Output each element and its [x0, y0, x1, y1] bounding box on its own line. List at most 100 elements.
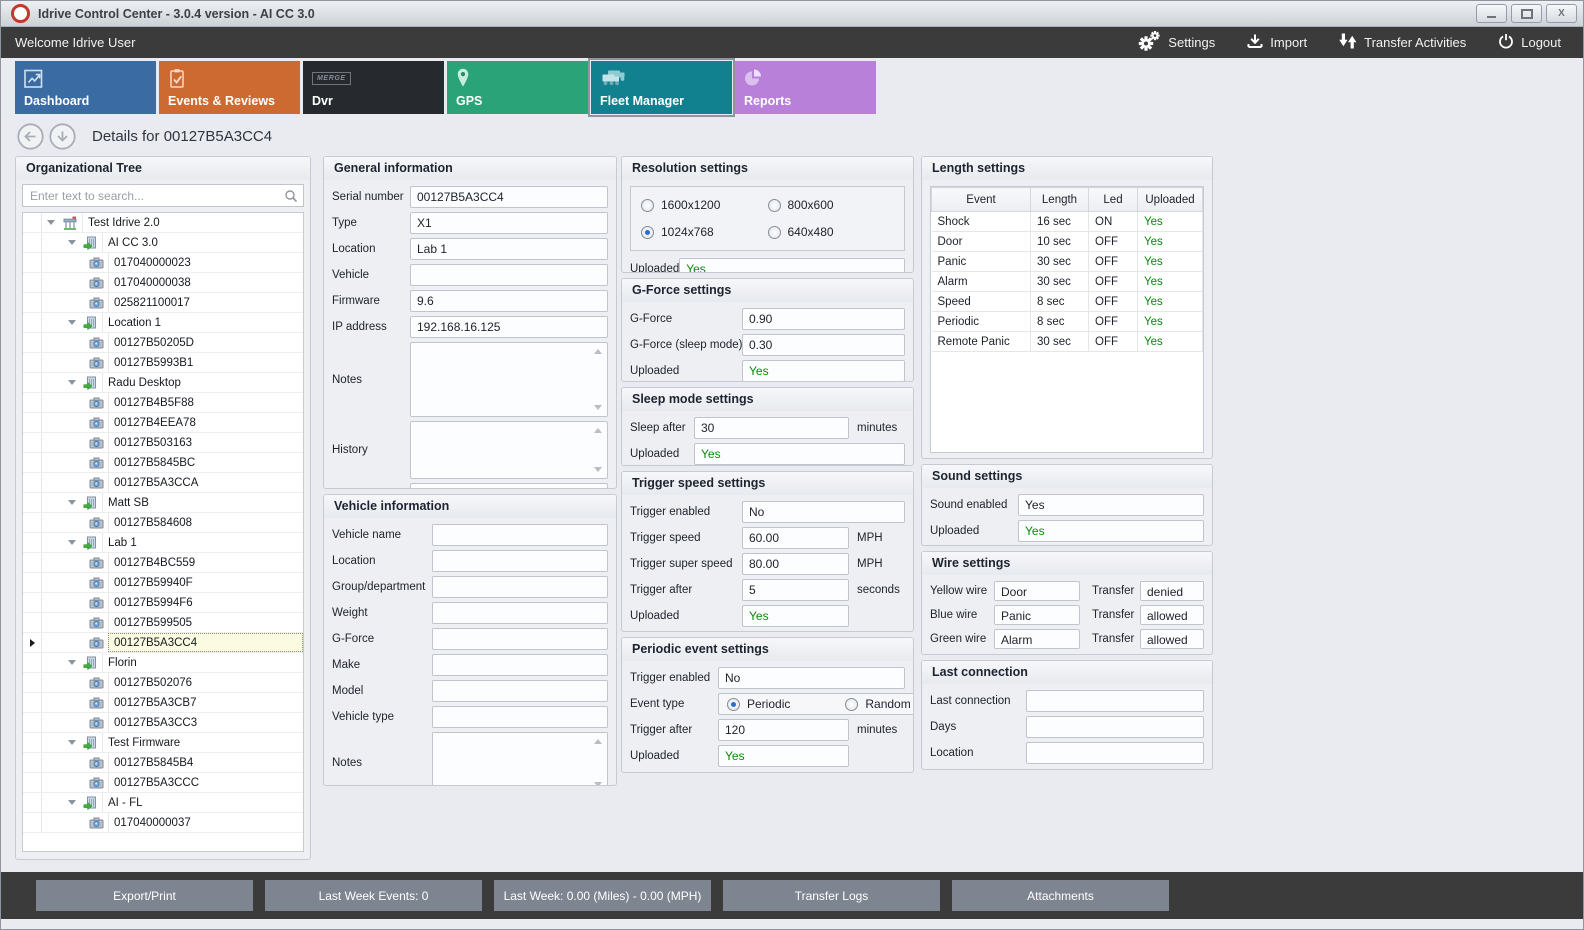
g-force-input[interactable] — [432, 628, 608, 650]
tab-events-reviews[interactable]: Events & Reviews — [159, 61, 300, 114]
tree-row[interactable]: Lab 1 — [23, 533, 303, 553]
blue-wire-input[interactable]: Panic — [994, 605, 1080, 625]
close-button[interactable]: X — [1546, 4, 1577, 23]
tree-row[interactable]: 017040000023 — [23, 253, 303, 273]
tree-row[interactable]: 00127B4EEA78 — [23, 413, 303, 433]
type-input[interactable]: X1 — [410, 212, 608, 234]
yellow-wire-input[interactable]: Door — [994, 581, 1080, 601]
trigger-speed-input[interactable]: 60.00 — [742, 527, 849, 549]
tab-reports[interactable]: Reports — [735, 61, 876, 114]
table-row[interactable]: Remote Panic30 secOFFYes — [932, 332, 1203, 352]
tree-row[interactable]: Location 1 — [23, 313, 303, 333]
vehicle-input[interactable] — [410, 264, 608, 286]
tree-row[interactable]: 00127B503163 — [23, 433, 303, 453]
back-button[interactable] — [17, 123, 44, 150]
radio-option-640x480[interactable]: 640x480 — [768, 225, 895, 239]
table-row[interactable]: Speed8 secOFFYes — [932, 292, 1203, 312]
history-date-input[interactable] — [410, 483, 608, 489]
vehicle-name-input[interactable] — [432, 524, 608, 546]
green-wire-input[interactable]: Alarm — [994, 629, 1080, 649]
tree-row[interactable]: Radu Desktop — [23, 373, 303, 393]
tree-row[interactable]: 00127B5A3CCC — [23, 773, 303, 793]
last-week-events-button[interactable]: Last Week Events: 0 — [265, 880, 482, 911]
radio-option-800x600[interactable]: 800x600 — [768, 198, 895, 212]
sound-enabled-input[interactable]: Yes — [1018, 494, 1204, 516]
expander-icon[interactable] — [68, 800, 76, 805]
group-department-input[interactable] — [432, 576, 608, 598]
tree-row[interactable]: 00127B5993B1 — [23, 353, 303, 373]
tree-search-input[interactable] — [22, 184, 304, 207]
last-week-button[interactable]: Last Week: 0.00 (Miles) - 0.00 (MPH) — [494, 880, 711, 911]
table-row[interactable]: Panic30 secOFFYes — [932, 252, 1203, 272]
tree-row[interactable]: 00127B50205D — [23, 333, 303, 353]
transfer-logs-button[interactable]: Transfer Logs — [723, 880, 940, 911]
radio-option-1600x1200[interactable]: 1600x1200 — [641, 198, 768, 212]
logout-button[interactable]: Logout — [1498, 31, 1561, 54]
column-header-uploaded[interactable]: Uploaded — [1138, 188, 1203, 212]
column-header-length[interactable]: Length — [1031, 188, 1089, 212]
tree-row[interactable]: Matt SB — [23, 493, 303, 513]
trigger-super-speed-input[interactable]: 80.00 — [742, 553, 849, 575]
radio-option-1024x768[interactable]: 1024x768 — [641, 225, 768, 239]
expander-icon[interactable] — [68, 740, 76, 745]
table-row[interactable]: Alarm30 secOFFYes — [932, 272, 1203, 292]
tree-row[interactable]: 025821100017 — [23, 293, 303, 313]
tree-row[interactable]: 00127B5A3CC4 — [23, 633, 303, 653]
notes-input[interactable] — [432, 732, 608, 786]
yellow-wire-transfer-input[interactable]: denied — [1140, 581, 1204, 601]
tree-row[interactable]: 017040000037 — [23, 813, 303, 833]
vehicle-type-input[interactable] — [432, 706, 608, 728]
blue-wire-transfer-input[interactable]: allowed — [1140, 605, 1204, 625]
transfer-activities-button[interactable]: Transfer Activities — [1339, 31, 1466, 54]
green-wire-transfer-input[interactable]: allowed — [1140, 629, 1204, 649]
tree-row[interactable]: Florin — [23, 653, 303, 673]
tree-row[interactable]: 00127B5A3CC3 — [23, 713, 303, 733]
expander-icon[interactable] — [68, 240, 76, 245]
tree-row[interactable]: 00127B4BC559 — [23, 553, 303, 573]
firmware-input[interactable]: 9.6 — [410, 290, 608, 312]
column-header-event[interactable]: Event — [932, 188, 1031, 212]
tree-row[interactable]: 00127B584608 — [23, 513, 303, 533]
export-print-button[interactable]: Export/Print — [36, 880, 253, 911]
tree-row[interactable]: 00127B5845B4 — [23, 753, 303, 773]
trigger-enabled-input[interactable]: No — [742, 501, 905, 523]
tree-row[interactable]: 00127B5A3CB7 — [23, 693, 303, 713]
tree-row[interactable]: 00127B4B5F88 — [23, 393, 303, 413]
column-header-led[interactable]: Led — [1089, 188, 1138, 212]
sleep-after-input[interactable]: 30 — [694, 417, 849, 439]
tree-row[interactable]: AI CC 3.0 — [23, 233, 303, 253]
g-force-sleep-mode-input[interactable]: 0.30 — [742, 334, 905, 356]
tree-row[interactable]: 00127B5A3CCA — [23, 473, 303, 493]
tree-row[interactable]: Test Idrive 2.0 — [23, 213, 303, 233]
tree-row[interactable]: AI - FL — [23, 793, 303, 813]
trigger-after-input[interactable]: 5 — [742, 579, 849, 601]
table-row[interactable]: Periodic8 secOFFYes — [932, 312, 1203, 332]
tree-row[interactable]: 00127B5845BC — [23, 453, 303, 473]
tab-gps[interactable]: GPS — [447, 61, 588, 114]
expander-icon[interactable] — [68, 380, 76, 385]
trigger-after-input[interactable]: 120 — [718, 719, 849, 741]
location-input[interactable] — [432, 550, 608, 572]
tab-fleet-manager[interactable]: Fleet Manager — [591, 61, 732, 114]
import-button[interactable]: Import — [1247, 31, 1307, 54]
radio-option-periodic[interactable]: Periodic — [727, 697, 790, 711]
tab-dashboard[interactable]: Dashboard — [15, 61, 156, 114]
attachments-button[interactable]: Attachments — [952, 880, 1169, 911]
serial-number-input[interactable]: 00127B5A3CC4 — [410, 186, 608, 208]
tree-row[interactable]: 00127B59940F — [23, 573, 303, 593]
tree-row[interactable]: Test Firmware — [23, 733, 303, 753]
expander-icon[interactable] — [68, 660, 76, 665]
trigger-enabled-input[interactable]: No — [718, 667, 905, 689]
table-row[interactable]: Shock16 secONYes — [932, 212, 1203, 232]
expander-icon[interactable] — [68, 320, 76, 325]
radio-option-random[interactable]: Random — [845, 697, 910, 711]
expander-icon[interactable] — [68, 500, 76, 505]
weight-input[interactable] — [432, 602, 608, 624]
make-input[interactable] — [432, 654, 608, 676]
ip-address-input[interactable]: 192.168.16.125 — [410, 316, 608, 338]
g-force-input[interactable]: 0.90 — [742, 308, 905, 330]
tree-row[interactable]: 00127B5994F6 — [23, 593, 303, 613]
scroll-down-button[interactable] — [49, 123, 76, 150]
location-input[interactable]: Lab 1 — [410, 238, 608, 260]
tree-row[interactable]: 00127B599505 — [23, 613, 303, 633]
